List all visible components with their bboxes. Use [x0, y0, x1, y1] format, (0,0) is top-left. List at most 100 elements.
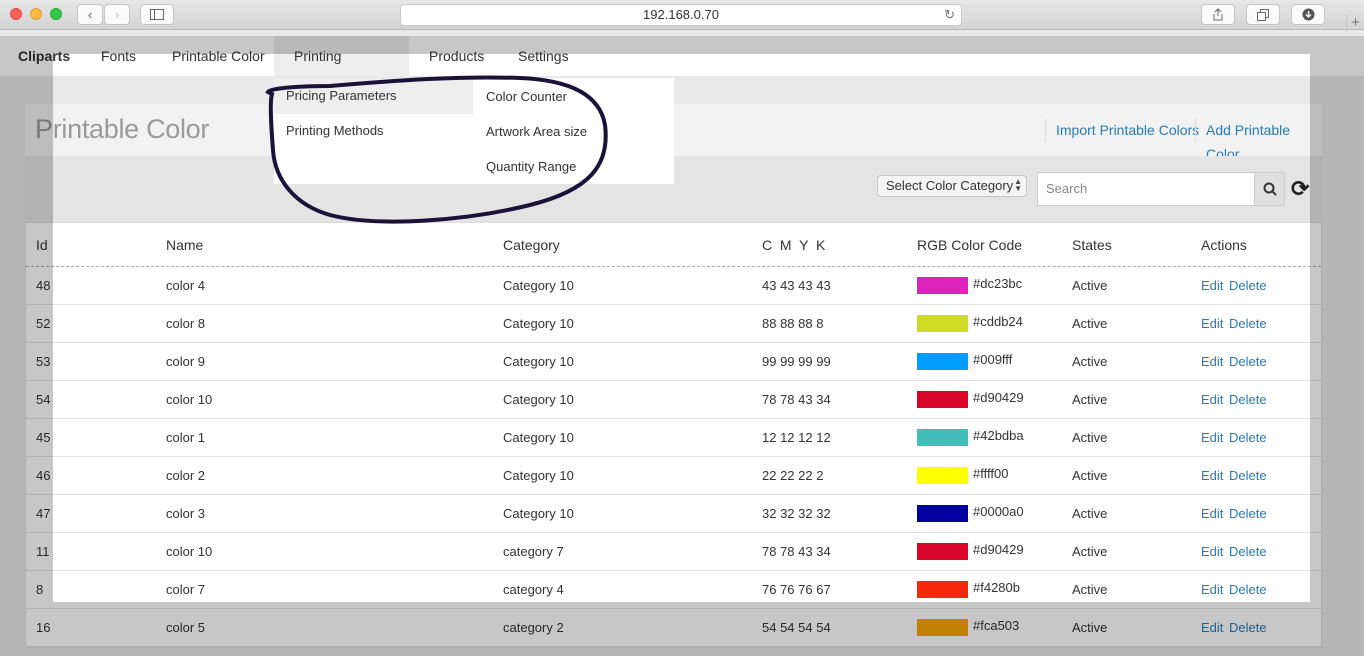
delete-link[interactable]: Delete: [1229, 278, 1267, 293]
browser-toolbar: ‹ › 192.168.0.70 ↻ +: [0, 0, 1364, 32]
select-label: Select Color Category: [886, 178, 1014, 193]
cell-name: color 1: [166, 430, 206, 445]
chevron-left-icon: ‹: [87, 7, 93, 22]
cell-rgb: #42bdba: [973, 428, 1024, 443]
cell-state: Active: [1072, 316, 1108, 331]
cell-id: 53: [36, 354, 51, 369]
edit-link[interactable]: Edit: [1201, 430, 1223, 445]
cell-name: color 9: [166, 354, 206, 369]
edit-link[interactable]: Edit: [1201, 468, 1223, 483]
edit-link[interactable]: Edit: [1201, 544, 1223, 559]
sidebar-toggle-button[interactable]: [140, 4, 174, 25]
cell-rgb: #f4280b: [973, 580, 1020, 595]
delete-link[interactable]: Delete: [1229, 430, 1267, 445]
refresh-icon[interactable]: ⟳: [1291, 176, 1309, 202]
cell-cmyk: 88 88 88 8: [762, 316, 824, 331]
new-tab-button[interactable]: +: [1346, 14, 1364, 32]
delete-link[interactable]: Delete: [1229, 468, 1267, 483]
minimize-window-button[interactable]: [30, 8, 42, 20]
search-icon: [1263, 182, 1277, 196]
import-printable-colors-link[interactable]: Import Printable Colors: [1045, 118, 1209, 142]
cell-state: Active: [1072, 506, 1108, 521]
cell-cmyk: 54 54 54 54: [762, 620, 831, 635]
delete-link[interactable]: Delete: [1229, 620, 1267, 635]
color-swatch: [917, 543, 968, 560]
cell-state: Active: [1072, 354, 1108, 369]
header-actions: Actions: [1201, 237, 1247, 253]
edit-link[interactable]: Edit: [1201, 316, 1223, 331]
edit-link[interactable]: Edit: [1201, 620, 1223, 635]
cell-cmyk: 78 78 43 34: [762, 544, 831, 559]
table-row: 16 color 5 category 2 54 54 54 54 #fca503 Act…: [26, 609, 1321, 647]
delete-link[interactable]: Delete: [1229, 392, 1267, 407]
menu-item-printing-methods[interactable]: Printing Methods: [286, 123, 384, 138]
nav-fonts[interactable]: Fonts: [83, 36, 154, 76]
cell-id: 45: [36, 430, 51, 445]
cell-id: 54: [36, 392, 51, 407]
menu-item-pricing-parameters[interactable]: Pricing Parameters: [274, 78, 473, 114]
menu-item-quantity-range[interactable]: Quantity Range: [486, 159, 576, 174]
cell-category: category 4: [503, 582, 564, 597]
downloads-button[interactable]: [1291, 4, 1325, 25]
search-input[interactable]: Search: [1037, 172, 1255, 206]
cell-state: Active: [1072, 430, 1108, 445]
cell-category: Category 10: [503, 468, 574, 483]
nav-printable-color[interactable]: Printable Color: [154, 36, 283, 76]
cell-cmyk: 12 12 12 12: [762, 430, 831, 445]
delete-link[interactable]: Delete: [1229, 316, 1267, 331]
cell-category: category 7: [503, 544, 564, 559]
header-rgb: RGB Color Code: [917, 237, 1023, 253]
close-window-button[interactable]: [10, 8, 22, 20]
nav-products[interactable]: Products: [411, 36, 502, 76]
download-icon: [1302, 8, 1314, 21]
menu-item-artwork-area-size[interactable]: Artwork Area size: [486, 124, 587, 139]
address-bar[interactable]: 192.168.0.70 ↻: [400, 4, 962, 26]
table-row: 11 color 10 category 7 78 78 43 34 #d90429 Ac…: [26, 533, 1321, 571]
printing-methods-dropdown: Pricing Parameters Printing Methods Colo…: [274, 78, 674, 184]
top-navigation: Cliparts Fonts Printable Color Printing …: [0, 36, 1364, 104]
color-swatch: [917, 277, 968, 294]
table-body: 48 color 4 Category 10 43 43 43 43 #dc23bc Ac…: [26, 267, 1321, 647]
cell-id: 48: [36, 278, 51, 293]
cell-id: 8: [36, 582, 44, 597]
page-title: Printable Color: [35, 114, 210, 144]
tabs-icon: [1257, 8, 1269, 21]
chevron-right-icon: ›: [114, 7, 120, 22]
delete-link[interactable]: Delete: [1229, 582, 1267, 597]
forward-button[interactable]: ›: [104, 4, 130, 25]
table-header: Id Name Category C M Y K RGB Color Code …: [26, 223, 1321, 267]
edit-link[interactable]: Edit: [1201, 354, 1223, 369]
edit-link[interactable]: Edit: [1201, 278, 1223, 293]
zoom-window-button[interactable]: [50, 8, 62, 20]
add-printable-color-link[interactable]: Add Printable Color: [1195, 118, 1322, 162]
reload-icon[interactable]: ↻: [944, 5, 955, 25]
back-button[interactable]: ‹: [77, 4, 103, 25]
edit-link[interactable]: Edit: [1201, 582, 1223, 597]
cell-state: Active: [1072, 582, 1108, 597]
nav-settings[interactable]: Settings: [500, 36, 587, 76]
tabs-overview-button[interactable]: [1246, 4, 1280, 25]
table-row: 53 color 9 Category 10 99 99 99 99 #009fff Ac…: [26, 343, 1321, 381]
table-row: 48 color 4 Category 10 43 43 43 43 #dc23bc Ac…: [26, 267, 1321, 305]
edit-link[interactable]: Edit: [1201, 506, 1223, 521]
cell-name: color 10: [166, 544, 213, 559]
share-button[interactable]: [1201, 4, 1235, 25]
delete-link[interactable]: Delete: [1229, 544, 1267, 559]
delete-link[interactable]: Delete: [1229, 506, 1267, 521]
delete-link[interactable]: Delete: [1229, 354, 1267, 369]
cell-rgb: #fca503: [973, 618, 1020, 633]
menu-item-color-counter[interactable]: Color Counter: [486, 89, 567, 104]
color-category-select[interactable]: Select Color Category ▲ ▼: [877, 175, 1027, 197]
nav-cliparts[interactable]: Cliparts: [0, 36, 88, 76]
color-swatch: [917, 619, 968, 636]
nav-printing-methods[interactable]: Printing Methods: [274, 36, 409, 104]
header-id: Id: [36, 237, 48, 253]
header-name: Name: [166, 237, 204, 253]
cell-id: 46: [36, 468, 51, 483]
cell-name: color 7: [166, 582, 206, 597]
search-button[interactable]: [1254, 172, 1285, 206]
cell-category: Category 10: [503, 278, 574, 293]
edit-link[interactable]: Edit: [1201, 392, 1223, 407]
main-content: Printable Color Import Printable Colors …: [25, 104, 1322, 656]
cell-id: 52: [36, 316, 51, 331]
